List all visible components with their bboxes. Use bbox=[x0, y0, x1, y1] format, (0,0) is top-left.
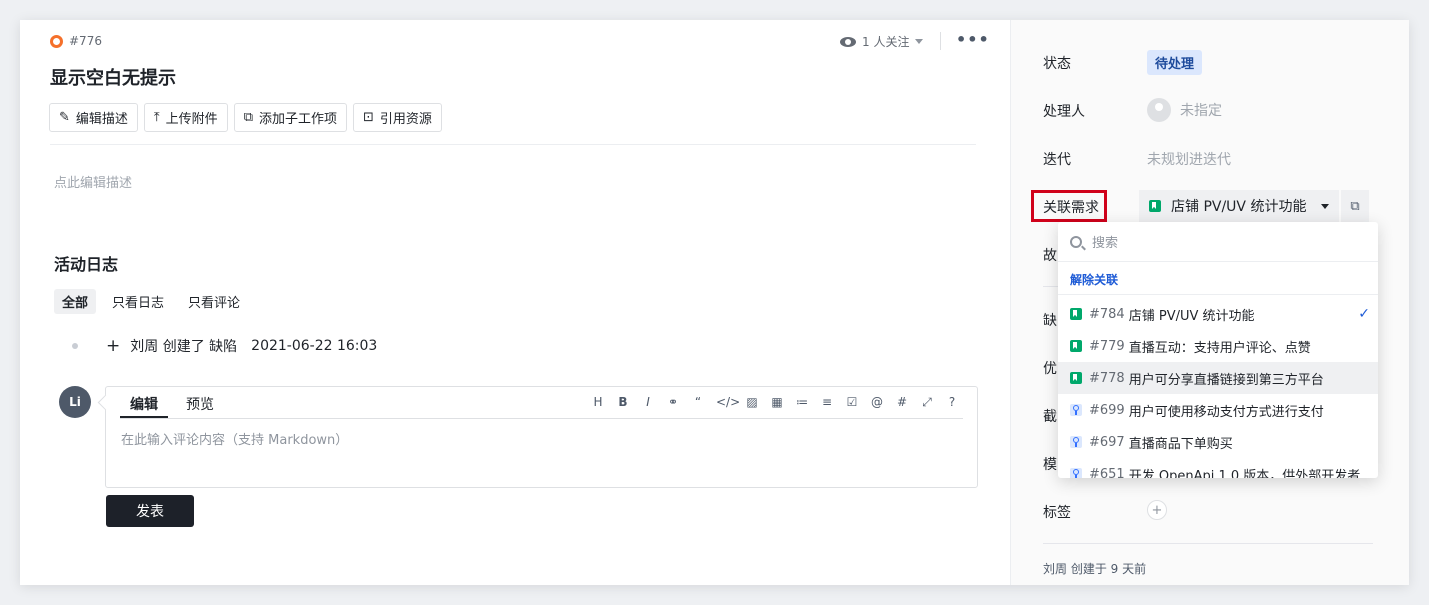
related-requirement-dropdown: 搜索 解除关联 #784 店铺 PV/UV 统计功能 ✓ #779 直播互动：支… bbox=[1058, 222, 1378, 478]
italic-icon[interactable]: I bbox=[641, 395, 655, 410]
quote-icon[interactable]: “ bbox=[691, 395, 705, 410]
open-link-icon[interactable]: ⧉ bbox=[1341, 190, 1369, 222]
idea-icon bbox=[1070, 468, 1082, 478]
comment-editor: 编辑 预览 H B I ⚭ “ </> ▨ ▦ ≔ ≡ ☑ @ # ⤢ ? 在此… bbox=[105, 386, 978, 488]
status-label: 状态 bbox=[1043, 56, 1071, 72]
main-panel: #776 1 人关注 ••• 显示空白无提示 ✎ 编辑描述 ⤒ 上传附件 ⧉ 添… bbox=[20, 20, 1010, 585]
status-badge[interactable]: 待处理 bbox=[1147, 50, 1203, 75]
bug-icon bbox=[50, 34, 63, 48]
comment-input[interactable]: 在此输入评论内容（支持 Markdown） bbox=[121, 429, 348, 448]
unlink-button[interactable]: 解除关联 bbox=[1070, 271, 1118, 288]
help-icon[interactable]: ? bbox=[945, 395, 959, 410]
tab-preview[interactable]: 预览 bbox=[176, 387, 224, 418]
eye-icon bbox=[840, 36, 856, 47]
add-tag-icon[interactable]: + bbox=[1147, 500, 1167, 520]
editor-tabs: 编辑 预览 bbox=[120, 387, 224, 418]
code-icon[interactable]: </> bbox=[716, 395, 740, 410]
idea-icon bbox=[1070, 404, 1082, 416]
activity-title: 活动日志 bbox=[54, 255, 119, 274]
list-item[interactable]: #778 用户可分享直播链接到第三方平台 bbox=[1058, 362, 1378, 394]
module-label: 模 bbox=[1043, 457, 1057, 473]
divider bbox=[1043, 543, 1373, 544]
check-icon: ✓ bbox=[1358, 306, 1370, 322]
copy-icon: ⧉ bbox=[243, 110, 253, 125]
list-item[interactable]: #651 开发 OpenApi 1.0 版本，供外部开发者 bbox=[1058, 458, 1378, 478]
fullscreen-icon[interactable]: ⤢ bbox=[920, 395, 934, 410]
iteration-select[interactable]: 未规划进迭代 bbox=[1147, 149, 1231, 169]
ordered-list-icon[interactable]: ≔ bbox=[795, 395, 809, 410]
story-flag-icon bbox=[1070, 340, 1082, 352]
log-time: 2021-06-22 16:03 bbox=[251, 338, 378, 354]
highlight-box bbox=[1031, 190, 1107, 222]
bold-icon[interactable]: B bbox=[616, 395, 630, 410]
issue-id: #776 bbox=[50, 34, 102, 48]
link-resource-icon: ⊡ bbox=[363, 110, 374, 125]
submit-button[interactable]: 发表 bbox=[106, 495, 194, 527]
editor-toolbar: H B I ⚭ “ </> ▨ ▦ ≔ ≡ ☑ @ # ⤢ ? bbox=[591, 395, 959, 410]
add-subtask-button[interactable]: ⧉ 添加子工作项 bbox=[233, 103, 347, 132]
filter-comments[interactable]: 只看评论 bbox=[180, 289, 248, 314]
activity-filters: 全部 只看日志 只看评论 bbox=[54, 289, 248, 314]
watchers-label: 1 人关注 bbox=[862, 35, 910, 49]
tab-edit[interactable]: 编辑 bbox=[120, 387, 168, 418]
bullet-list-icon[interactable]: ≡ bbox=[820, 395, 834, 410]
priority-label: 优 bbox=[1043, 361, 1057, 377]
tags-label: 标签 bbox=[1043, 505, 1071, 521]
table-icon[interactable]: ▦ bbox=[770, 395, 784, 410]
search-icon bbox=[1070, 235, 1082, 248]
deadline-label: 截 bbox=[1043, 409, 1057, 425]
pencil-icon: ✎ bbox=[59, 110, 70, 125]
avatar: Li bbox=[59, 386, 91, 418]
edit-description-button[interactable]: ✎ 编辑描述 bbox=[49, 103, 138, 132]
story-flag-icon bbox=[1070, 372, 1082, 384]
link-icon[interactable]: ⚭ bbox=[666, 395, 680, 410]
chevron-down-icon bbox=[1321, 203, 1329, 209]
story-label: 故 bbox=[1043, 248, 1057, 264]
story-flag-icon bbox=[1070, 308, 1082, 320]
hash-icon[interactable]: # bbox=[895, 395, 909, 410]
divider bbox=[1058, 294, 1378, 295]
heading-icon[interactable]: H bbox=[591, 395, 605, 410]
divider bbox=[50, 144, 976, 145]
activity-log-item: + 刘周 创建了 缺陷 2021-06-22 16:03 bbox=[72, 336, 377, 356]
divider bbox=[940, 32, 941, 50]
filter-all[interactable]: 全部 bbox=[54, 289, 97, 314]
assignee-label: 处理人 bbox=[1043, 104, 1085, 120]
defect-label: 缺 bbox=[1043, 313, 1057, 329]
created-info: 刘周 创建于 9 天前 bbox=[1043, 562, 1147, 576]
page-title[interactable]: 显示空白无提示 bbox=[50, 64, 176, 90]
story-flag-icon bbox=[1149, 200, 1161, 212]
log-text: 刘周 创建了 缺陷 bbox=[130, 339, 238, 355]
mention-icon[interactable]: @ bbox=[870, 395, 884, 410]
divider bbox=[120, 418, 963, 419]
description-editor[interactable]: 点此编辑描述 bbox=[54, 172, 132, 191]
watch-button[interactable]: 1 人关注 bbox=[840, 33, 924, 50]
user-icon bbox=[1147, 98, 1171, 122]
list-item[interactable]: #784 店铺 PV/UV 统计功能 ✓ bbox=[1058, 298, 1378, 330]
upload-icon: ⤒ bbox=[153, 110, 160, 125]
assignee-select[interactable]: 未指定 bbox=[1147, 98, 1222, 122]
chevron-down-icon bbox=[915, 39, 924, 44]
upload-attachment-button[interactable]: ⤒ 上传附件 bbox=[143, 103, 228, 132]
iteration-label: 迭代 bbox=[1043, 152, 1071, 168]
issue-toolbar: ✎ 编辑描述 ⤒ 上传附件 ⧉ 添加子工作项 ⊡ 引用资源 bbox=[49, 103, 442, 132]
more-icon[interactable]: ••• bbox=[956, 30, 990, 49]
timeline-dot bbox=[72, 343, 78, 349]
filter-logs[interactable]: 只看日志 bbox=[104, 289, 172, 314]
checkbox-icon[interactable]: ☑ bbox=[845, 395, 859, 410]
requirement-list: #784 店铺 PV/UV 统计功能 ✓ #779 直播互动：支持用户评论、点赞… bbox=[1058, 298, 1378, 478]
list-item[interactable]: #697 直播商品下单购买 bbox=[1058, 426, 1378, 458]
list-item[interactable]: #779 直播互动：支持用户评论、点赞 bbox=[1058, 330, 1378, 362]
idea-icon bbox=[1070, 436, 1082, 448]
list-item[interactable]: #699 用户可使用移动支付方式进行支付 bbox=[1058, 394, 1378, 426]
issue-number: #776 bbox=[69, 34, 102, 48]
cite-resource-button[interactable]: ⊡ 引用资源 bbox=[353, 103, 442, 132]
plus-icon: + bbox=[106, 336, 121, 356]
related-requirement-select[interactable]: 店铺 PV/UV 统计功能 bbox=[1139, 190, 1339, 222]
image-icon[interactable]: ▨ bbox=[745, 395, 759, 410]
search-input[interactable]: 搜索 bbox=[1058, 222, 1378, 262]
